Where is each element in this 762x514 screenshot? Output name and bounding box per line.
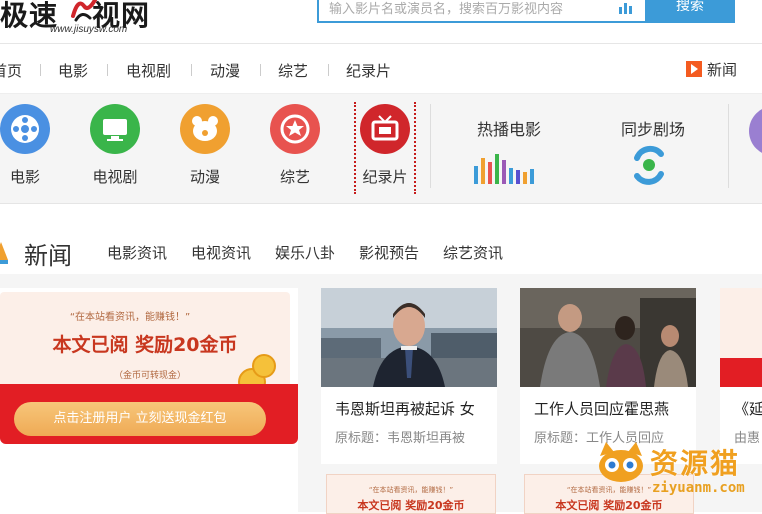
promo-small-text: “在本站看资讯，能赚钱！” xyxy=(69,312,191,323)
red-envelope xyxy=(720,358,762,387)
play-icon xyxy=(686,61,702,77)
tv-monitor-icon xyxy=(90,104,140,154)
category-strip: 电影 电视剧 动漫 综艺 纪录片 热播电影 同步剧场 xyxy=(0,94,762,204)
category-divider xyxy=(728,104,729,188)
search-bars-icon xyxy=(619,3,632,14)
promo-card: “在本站看资讯，能赚钱！” 本文已阅 奖励20金币 （金币可转现金） xyxy=(0,292,290,396)
news-card-subtitle: 原标题：韦恩斯坦再被 xyxy=(335,431,466,446)
category-movie[interactable]: 电影 xyxy=(0,104,60,192)
news-card-title[interactable]: 工作人员回应霍思燕 xyxy=(534,398,694,419)
nav-news-label: 新闻 xyxy=(707,60,738,79)
logo-mark-icon xyxy=(71,0,97,22)
news-card-title[interactable]: 《延 xyxy=(734,398,762,419)
register-promo-button[interactable]: 点击注册用户 立刻送现金红包 xyxy=(14,402,266,436)
search-input[interactable] xyxy=(327,0,607,17)
news-card[interactable]: 韦恩斯坦再被起诉 女 原标题：韦恩斯坦再被 xyxy=(321,288,497,464)
promo-big-text: 本文已阅 奖励20金币 xyxy=(357,499,465,512)
category-label: 电视剧 xyxy=(92,168,138,186)
category-label: 综艺 xyxy=(279,168,310,186)
equalizer-bars-icon[interactable] xyxy=(474,154,538,184)
news-card-title[interactable]: 韦恩斯坦再被起诉 女 xyxy=(335,398,495,419)
gold-coin-icon xyxy=(252,354,276,378)
news-tab-movie[interactable]: 电影资讯 xyxy=(107,242,167,263)
logo-url: www.jisuysw.com xyxy=(50,24,128,35)
nav-item-movie[interactable]: 电影 xyxy=(58,60,88,81)
nav-separator xyxy=(328,64,329,76)
category-variety[interactable]: 综艺 xyxy=(260,104,330,192)
promo-mini-card: “在本站看资讯，能赚钱！” 本文已阅 奖励20金币 xyxy=(326,474,496,514)
category-label: 纪录片 xyxy=(362,168,408,186)
news-card[interactable]: 工作人员回应霍思燕 原标题：工作人员回应 xyxy=(520,288,696,464)
news-tab-tv[interactable]: 电视资讯 xyxy=(191,242,251,263)
nav-item-documentary[interactable]: 纪录片 xyxy=(346,60,391,81)
watermark-url: ziyuanm.com xyxy=(652,480,745,496)
sync-theater-icon[interactable] xyxy=(629,144,669,186)
sync-theater-label[interactable]: 同步剧场 xyxy=(610,116,696,140)
search-box xyxy=(317,0,645,23)
nav-item-tv[interactable]: 电视剧 xyxy=(126,60,171,81)
hot-movies-label[interactable]: 热播电影 xyxy=(466,116,552,140)
nav-item-variety[interactable]: 综艺 xyxy=(278,60,308,81)
news-section-header: 新闻 电影资讯 电视资讯 娱乐八卦 影视预告 综艺资讯 xyxy=(0,204,762,274)
nav-separator xyxy=(107,64,108,76)
news-thumbnail[interactable] xyxy=(520,288,696,387)
main-nav: 首页 电影 电视剧 动漫 综艺 纪录片 新闻 xyxy=(0,44,762,94)
promo-note: （金币可转现金） xyxy=(113,371,186,381)
category-tv[interactable]: 电视剧 xyxy=(80,104,150,192)
news-thumbnail[interactable] xyxy=(321,288,497,387)
nav-news-link[interactable]: 新闻 xyxy=(686,58,737,80)
nav-item-anime[interactable]: 动漫 xyxy=(210,60,240,81)
category-divider xyxy=(430,104,431,188)
news-thumbnail[interactable] xyxy=(720,288,762,387)
news-tab-trailer[interactable]: 影视预告 xyxy=(359,242,419,263)
bear-face-icon xyxy=(180,104,230,154)
site-logo[interactable]: 极速 视网 www.jisuysw.com xyxy=(0,0,180,40)
category-label: 动漫 xyxy=(189,168,220,186)
nav-separator xyxy=(260,64,261,76)
film-reel-icon xyxy=(0,104,50,154)
watermark: 资源猫 ziyuanm.com xyxy=(596,440,762,500)
nav-separator xyxy=(191,64,192,76)
tv-antenna-icon xyxy=(360,104,410,154)
news-marker-icon xyxy=(0,242,8,264)
promo-big-text: 本文已阅 奖励20金币 xyxy=(52,334,238,356)
nav-separator xyxy=(40,64,41,76)
search-button[interactable]: 搜索 xyxy=(645,0,735,23)
news-title: 新闻 xyxy=(24,242,72,270)
cat-face-icon xyxy=(599,442,643,482)
promo-small-text: “在本站看资讯，能赚钱！” xyxy=(368,486,454,494)
site-header: 极速视网 www.jisuysw.com 搜索 xyxy=(0,0,762,44)
category-partial-icon[interactable] xyxy=(749,106,762,156)
category-documentary[interactable]: 纪录片 xyxy=(354,102,416,194)
category-anime[interactable]: 动漫 xyxy=(170,104,240,192)
watermark-text: 资源猫 xyxy=(650,447,741,480)
news-tab-gossip[interactable]: 娱乐八卦 xyxy=(275,242,335,263)
category-label: 电影 xyxy=(9,168,40,186)
promo-panel: “在本站看资讯，能赚钱！” 本文已阅 奖励20金币 （金币可转现金） 点击注册用… xyxy=(0,288,298,512)
news-tab-variety[interactable]: 综艺资讯 xyxy=(443,242,503,263)
news-card[interactable]: 《延 由惠 xyxy=(720,288,762,464)
star-badge-icon xyxy=(270,104,320,154)
nav-item-home[interactable]: 首页 xyxy=(0,60,22,81)
